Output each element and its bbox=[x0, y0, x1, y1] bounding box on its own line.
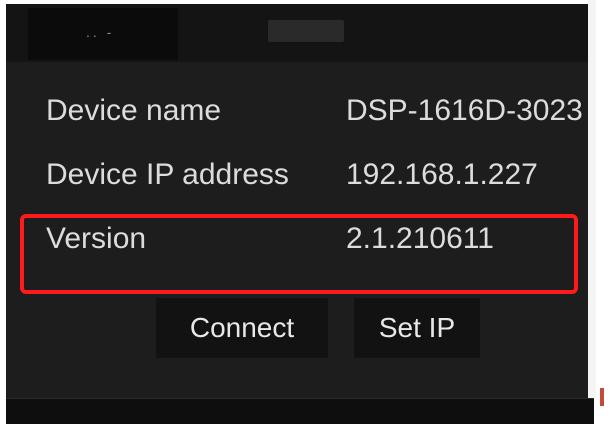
bottom-strip bbox=[6, 398, 594, 424]
device-name-value: DSP-1616D-3023 bbox=[346, 94, 583, 127]
device-name-label: Device name bbox=[46, 94, 222, 127]
window-controls-dots[interactable]: .. - bbox=[86, 24, 114, 40]
device-ip-label: Device IP address bbox=[46, 158, 289, 191]
version-highlight-box bbox=[20, 214, 578, 294]
device-ip-value: 192.168.1.227 bbox=[346, 158, 538, 191]
connect-button[interactable]: Connect bbox=[156, 298, 328, 358]
edge-accent bbox=[600, 388, 604, 406]
title-bar[interactable]: .. - bbox=[6, 4, 588, 62]
drag-handle[interactable] bbox=[268, 20, 344, 42]
set-ip-button[interactable]: Set IP bbox=[354, 298, 480, 358]
window-right-edge bbox=[588, 0, 596, 398]
